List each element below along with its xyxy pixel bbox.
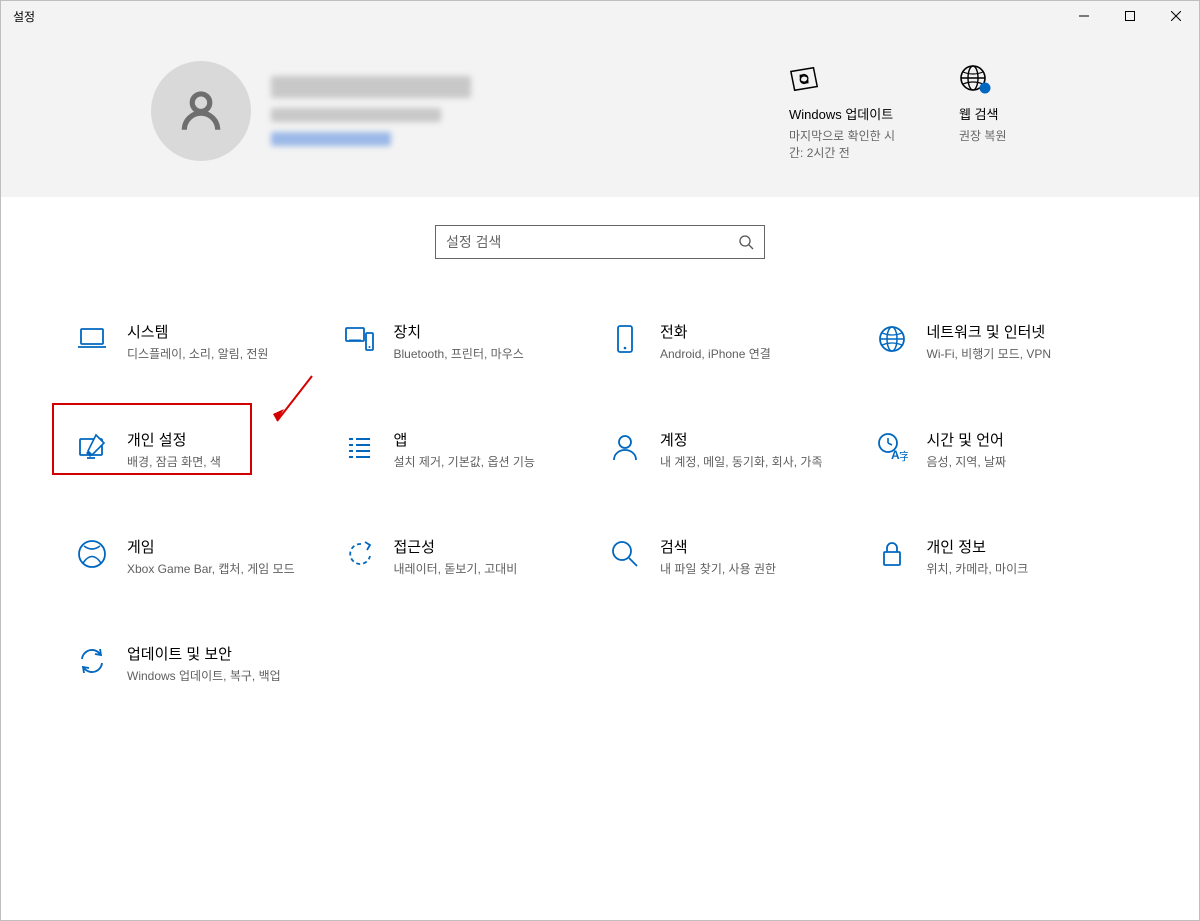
card-sub: Windows 업데이트, 복구, 백업 xyxy=(127,668,281,684)
search-box[interactable] xyxy=(435,225,765,259)
card-title: 계정 xyxy=(660,429,823,450)
sync-icon xyxy=(789,61,909,97)
status-windows-update[interactable]: Windows 업데이트 마지막으로 확인한 시간: 2시간 전 xyxy=(789,61,909,161)
search-row xyxy=(1,197,1199,293)
card-time-language[interactable]: A字 시간 및 언어 음성, 지역, 날짜 xyxy=(867,421,1134,478)
user-link-blurred xyxy=(271,132,391,146)
card-accounts[interactable]: 계정 내 계정, 메일, 동기화, 회사, 가족 xyxy=(600,421,867,478)
search-icon xyxy=(738,234,754,250)
avatar xyxy=(151,61,251,161)
laptop-icon xyxy=(75,323,109,357)
card-title: 시스템 xyxy=(127,321,268,342)
card-title: 장치 xyxy=(394,321,524,342)
card-sub: Android, iPhone 연결 xyxy=(660,346,771,362)
status-web-search[interactable]: 웹 검색 권장 복원 xyxy=(959,61,1079,161)
card-devices[interactable]: 장치 Bluetooth, 프린터, 마우스 xyxy=(334,313,601,370)
card-phone[interactable]: 전화 Android, iPhone 연결 xyxy=(600,313,867,370)
card-sub: 설치 제거, 기본값, 옵션 기능 xyxy=(394,454,535,470)
status-update-sub: 마지막으로 확인한 시간: 2시간 전 xyxy=(789,128,909,162)
maximize-button[interactable] xyxy=(1107,1,1153,31)
status-cards: Windows 업데이트 마지막으로 확인한 시간: 2시간 전 웹 검색 권장… xyxy=(789,61,1079,161)
card-search[interactable]: 검색 내 파일 찾기, 사용 권한 xyxy=(600,528,867,585)
user-name-blurred xyxy=(271,76,471,98)
devices-icon xyxy=(342,323,376,357)
card-network[interactable]: 네트워크 및 인터넷 Wi-Fi, 비행기 모드, VPN xyxy=(867,313,1134,370)
window-title: 설정 xyxy=(1,8,35,25)
card-title: 앱 xyxy=(394,429,535,450)
card-title: 업데이트 및 보안 xyxy=(127,643,281,664)
titlebar: 설정 xyxy=(1,1,1199,31)
close-button[interactable] xyxy=(1153,1,1199,31)
card-gaming[interactable]: 게임 Xbox Game Bar, 캡처, 게임 모드 xyxy=(67,528,334,585)
card-title: 네트워크 및 인터넷 xyxy=(927,321,1052,342)
card-system[interactable]: 시스템 디스플레이, 소리, 알림, 전원 xyxy=(67,313,334,370)
card-title: 검색 xyxy=(660,536,776,557)
phone-icon xyxy=(608,323,642,357)
settings-window: 설정 xyxy=(0,0,1200,921)
settings-grid: 시스템 디스플레이, 소리, 알림, 전원 장치 Bluetooth, 프린터,… xyxy=(1,293,1199,692)
card-sub: 위치, 카메라, 마이크 xyxy=(927,561,1029,577)
card-sub: Bluetooth, 프린터, 마우스 xyxy=(394,346,524,362)
accessibility-icon xyxy=(342,538,376,572)
card-sub: 디스플레이, 소리, 알림, 전원 xyxy=(127,346,268,362)
status-update-title: Windows 업데이트 xyxy=(789,107,909,124)
card-sub: 내레이터, 돋보기, 고대비 xyxy=(394,561,518,577)
svg-text:字: 字 xyxy=(899,449,908,463)
card-sub: 내 파일 찾기, 사용 권한 xyxy=(660,561,776,577)
personalization-icon xyxy=(75,431,109,465)
card-title: 개인 설정 xyxy=(127,429,221,450)
card-update-security[interactable]: 업데이트 및 보안 Windows 업데이트, 복구, 백업 xyxy=(67,635,334,692)
header: Windows 업데이트 마지막으로 확인한 시간: 2시간 전 웹 검색 권장… xyxy=(1,31,1199,197)
card-title: 전화 xyxy=(660,321,771,342)
globe-icon xyxy=(875,323,909,357)
card-sub: Wi-Fi, 비행기 모드, VPN xyxy=(927,346,1052,362)
card-title: 개인 정보 xyxy=(927,536,1029,557)
apps-icon xyxy=(342,431,376,465)
window-controls xyxy=(1061,1,1199,31)
card-sub: 내 계정, 메일, 동기화, 회사, 가족 xyxy=(660,454,823,470)
card-ease-of-access[interactable]: 접근성 내레이터, 돋보기, 고대비 xyxy=(334,528,601,585)
card-personalization[interactable]: 개인 설정 배경, 잠금 화면, 색 xyxy=(67,421,334,478)
card-sub: 배경, 잠금 화면, 색 xyxy=(127,454,221,470)
user-text xyxy=(271,76,471,146)
card-title: 접근성 xyxy=(394,536,518,557)
status-websearch-title: 웹 검색 xyxy=(959,107,1079,124)
status-websearch-sub: 권장 복원 xyxy=(959,128,1079,145)
person-icon xyxy=(608,431,642,465)
card-apps[interactable]: 앱 설치 제거, 기본값, 옵션 기능 xyxy=(334,421,601,478)
annotation-arrow xyxy=(267,371,317,436)
card-sub: 음성, 지역, 날짜 xyxy=(927,454,1007,470)
search-input[interactable] xyxy=(446,234,738,250)
card-title: 게임 xyxy=(127,536,295,557)
user-email-blurred xyxy=(271,108,441,122)
card-title: 시간 및 언어 xyxy=(927,429,1007,450)
minimize-button[interactable] xyxy=(1061,1,1107,31)
globe-badge-icon xyxy=(959,61,1079,97)
card-privacy[interactable]: 개인 정보 위치, 카메라, 마이크 xyxy=(867,528,1134,585)
xbox-icon xyxy=(75,538,109,572)
user-block[interactable] xyxy=(151,61,471,161)
time-language-icon: A字 xyxy=(875,431,909,465)
update-icon xyxy=(75,645,109,679)
lock-icon xyxy=(875,538,909,572)
magnifier-icon xyxy=(608,538,642,572)
card-sub: Xbox Game Bar, 캡처, 게임 모드 xyxy=(127,561,295,577)
